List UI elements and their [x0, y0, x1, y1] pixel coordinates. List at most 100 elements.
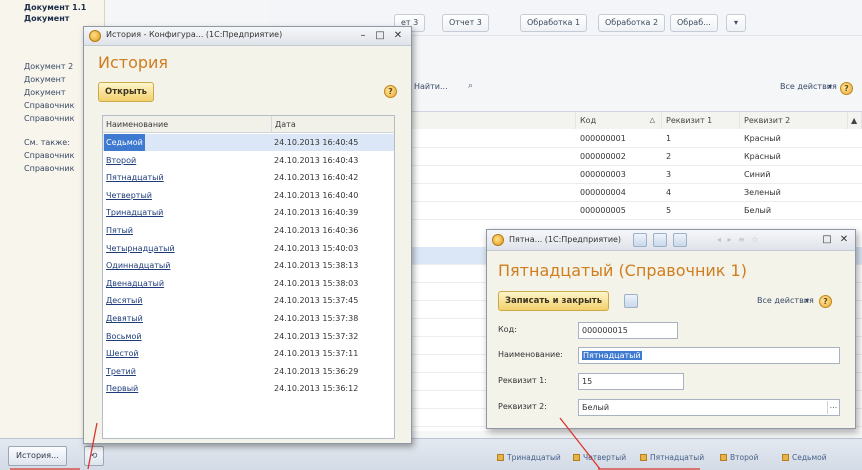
history-row[interactable]: Первый 24.10.2013 15:36:12: [103, 380, 394, 397]
column-header-code[interactable]: Код △: [576, 112, 662, 129]
tab-report-3[interactable]: Отчет 3: [442, 14, 489, 32]
history-row-name-link[interactable]: Девятый: [106, 310, 143, 327]
nav-link-catalog-c[interactable]: Справочник: [24, 151, 74, 160]
attr-2-label: Реквизит 2:: [498, 402, 547, 411]
history-row-name-link[interactable]: Двенадцатый: [106, 275, 164, 292]
column-header-attr-1[interactable]: Реквизит 1: [662, 112, 740, 129]
nav-link-document-b[interactable]: Документ: [24, 88, 66, 97]
history-row[interactable]: Пятый 24.10.2013 16:40:36: [103, 222, 394, 239]
table-row[interactable]: 000000003 3 Синий: [392, 166, 862, 184]
history-row-name-link[interactable]: Восьмой: [106, 328, 142, 345]
history-row-name-link[interactable]: Одиннадцатый: [106, 257, 170, 274]
cancel-search-icon[interactable]: ⌕: [468, 81, 473, 91]
nav-link-document-1-1[interactable]: Документ 1.1: [24, 3, 86, 12]
history-row-date: 24.10.2013 15:38:03: [274, 278, 359, 288]
name-field[interactable]: Пятнадцатый: [578, 347, 840, 364]
close-icon[interactable]: ✕: [837, 233, 851, 247]
taskbar-item-2[interactable]: Второй: [720, 453, 758, 462]
help-icon[interactable]: ?: [819, 295, 832, 308]
taskbar-item-15[interactable]: Пятнадцатый: [640, 453, 704, 462]
favorites-icon[interactable]: [653, 233, 667, 247]
select-ellipsis-button[interactable]: ...: [827, 401, 839, 414]
save-icon[interactable]: [624, 294, 638, 308]
1c-logo-icon: [492, 234, 504, 246]
history-row-name-link[interactable]: Пятнадцатый: [106, 169, 164, 186]
history-row[interactable]: Второй 24.10.2013 16:40:43: [103, 152, 394, 169]
history-row-date: 24.10.2013 16:40:40: [274, 190, 359, 200]
column-header-date[interactable]: Дата: [271, 116, 296, 133]
nav-link-catalog-d[interactable]: Справочник: [24, 164, 74, 173]
taskbar-item-13[interactable]: Тринадцатый: [497, 453, 561, 462]
minimize-icon[interactable]: –: [356, 29, 370, 43]
all-actions-chevron-icon[interactable]: ▾: [828, 82, 832, 91]
table-row[interactable]: 000000002 2 Красный: [392, 148, 862, 166]
history-row-name-link[interactable]: Четвертый: [106, 187, 152, 204]
history-row-name-link[interactable]: Четырнадцатый: [106, 240, 175, 257]
history-row-name-link[interactable]: Шестой: [106, 345, 139, 362]
history-row-name-link[interactable]: Десятый: [106, 292, 143, 309]
item-window-title: Пятна... (1С:Предприятие): [509, 235, 622, 244]
history-table: Наименование Дата Седьмой 24.10.2013 16:4…: [102, 115, 395, 439]
column-header-name[interactable]: Наименование: [103, 116, 168, 133]
nav-link-document[interactable]: Документ: [24, 14, 69, 23]
code-field[interactable]: 000000015: [578, 322, 678, 339]
table-row[interactable]: 000000004 4 Зеленый: [392, 184, 862, 202]
maximize-icon[interactable]: □: [820, 233, 834, 247]
open-button[interactable]: Открыть: [98, 82, 154, 102]
item-window-titlebar[interactable]: Пятна... (1С:Предприятие) ◂ ▸ ≡ ☆ □ ✕: [487, 230, 855, 251]
history-row[interactable]: Девятый 24.10.2013 15:37:38: [103, 310, 394, 327]
history-row-date: 24.10.2013 15:37:32: [274, 331, 359, 341]
history-row[interactable]: Третий 24.10.2013 15:36:29: [103, 363, 394, 380]
history-row-date: 24.10.2013 15:38:13: [274, 261, 359, 271]
column-header-blank: [392, 112, 576, 129]
attr-1-field[interactable]: 15: [578, 373, 684, 390]
history-row-name-link[interactable]: Первый: [106, 380, 138, 397]
column-header-attr-2[interactable]: Реквизит 2: [740, 112, 848, 129]
scroll-up-arrow-icon[interactable]: ▲: [848, 112, 862, 129]
tab-processing-more[interactable]: Обраб...: [670, 14, 718, 32]
list-toolbar: | ⚲ Найти... ⌕ Все действия ▾ ?: [392, 78, 862, 100]
link-icon[interactable]: [673, 233, 687, 247]
history-row[interactable]: Тринадцатый 24.10.2013 16:40:39: [103, 204, 394, 221]
attr-2-field[interactable]: Белый: [578, 399, 840, 416]
history-taskbar-button[interactable]: История...: [8, 446, 67, 466]
find-button[interactable]: Найти...: [414, 82, 448, 91]
history-row-name-link[interactable]: Седьмой: [104, 134, 145, 151]
nav-link-catalog-a[interactable]: Справочник: [24, 101, 74, 110]
table-row[interactable]: 000000005 5 Белый: [392, 202, 862, 220]
history-row[interactable]: Одиннадцатый 24.10.2013 15:38:13: [103, 257, 394, 274]
nav-link-document-a[interactable]: Документ: [24, 75, 66, 84]
close-icon[interactable]: ✕: [391, 29, 405, 43]
maximize-icon[interactable]: □: [373, 29, 387, 43]
table-row[interactable]: 000000001 1 Красный: [392, 130, 862, 148]
refresh-icon[interactable]: ⟲: [84, 446, 104, 466]
save-and-close-button[interactable]: Записать и закрыть: [498, 291, 610, 311]
history-row-name-link[interactable]: Второй: [106, 152, 136, 169]
history-row[interactable]: Шестой 24.10.2013 15:37:11: [103, 345, 394, 362]
history-row-name-link[interactable]: Третий: [106, 363, 136, 380]
history-row[interactable]: Десятый 24.10.2013 15:37:45: [103, 292, 394, 309]
help-icon[interactable]: ?: [384, 85, 397, 98]
history-row[interactable]: Двенадцатый 24.10.2013 15:38:03: [103, 275, 394, 292]
history-row[interactable]: Восьмой 24.10.2013 15:37:32: [103, 328, 394, 345]
tabs-dropdown-chevron-icon[interactable]: ▾: [726, 14, 746, 32]
tab-processing-2[interactable]: Обработка 2: [598, 14, 666, 32]
history-row[interactable]: Седьмой 24.10.2013 16:40:45: [103, 134, 394, 151]
window-list-icon[interactable]: [633, 233, 647, 247]
history-row[interactable]: Четвертый 24.10.2013 16:40:40: [103, 187, 394, 204]
history-window-titlebar[interactable]: История - Конфигура... (1С:Предприятие) …: [84, 27, 411, 46]
taskbar-item-4[interactable]: Четвертый: [573, 453, 626, 462]
nav-link-catalog-b[interactable]: Справочник: [24, 114, 74, 123]
cell-attr-2: Белый: [744, 206, 772, 215]
tab-processing-1[interactable]: Обработка 1: [520, 14, 588, 32]
taskbar-item-label: Пятнадцатый: [650, 453, 705, 462]
history-row-name-link[interactable]: Пятый: [106, 222, 133, 239]
help-icon[interactable]: ?: [840, 82, 853, 95]
nav-link-document-2[interactable]: Документ 2: [24, 62, 73, 71]
taskbar-item-7[interactable]: Седьмой: [782, 453, 827, 462]
history-row[interactable]: Пятнадцатый 24.10.2013 16:40:42: [103, 169, 394, 186]
form-icon: [573, 454, 580, 461]
history-row-name-link[interactable]: Тринадцатый: [106, 204, 163, 221]
history-row[interactable]: Четырнадцатый 24.10.2013 15:40:03: [103, 240, 394, 257]
all-actions-chevron-icon[interactable]: ▾: [805, 296, 809, 305]
